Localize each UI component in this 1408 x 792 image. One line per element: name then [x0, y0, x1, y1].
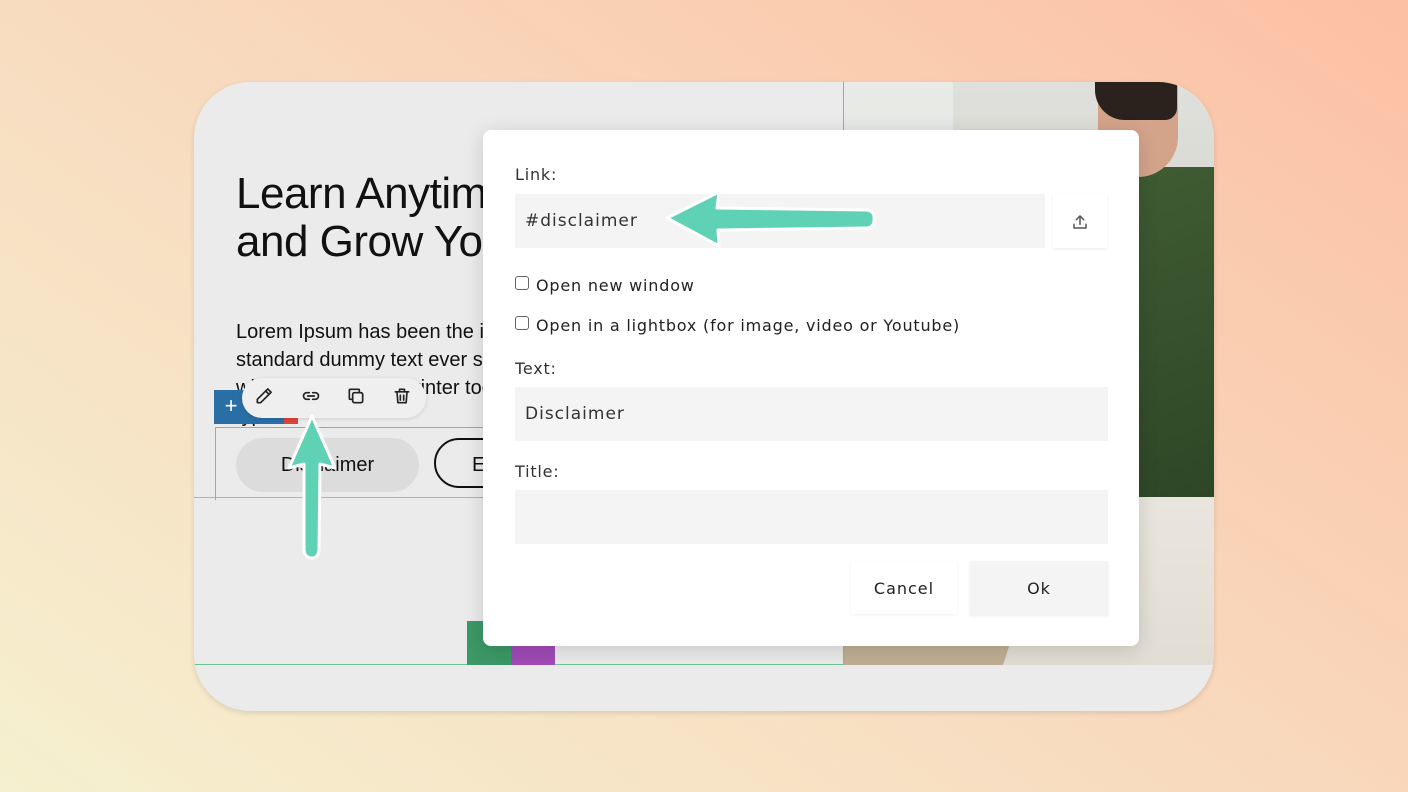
annotation-arrow-up-icon — [287, 414, 337, 560]
trash-icon[interactable] — [390, 386, 414, 410]
duplicate-icon[interactable] — [344, 386, 368, 410]
open-lightbox-checkbox[interactable] — [515, 315, 529, 330]
link-icon[interactable] — [299, 386, 323, 410]
text-input[interactable] — [515, 387, 1108, 441]
open-new-window-checkbox[interactable] — [515, 275, 529, 290]
open-new-window-label: Open new window — [536, 276, 695, 295]
upload-button[interactable] — [1053, 194, 1107, 248]
open-new-window-option[interactable]: Open new window — [515, 275, 695, 295]
text-label: Text: — [515, 359, 557, 378]
link-label: Link: — [515, 165, 558, 184]
cancel-button[interactable]: Cancel — [851, 562, 957, 614]
open-lightbox-option[interactable]: Open in a lightbox (for image, video or … — [515, 315, 961, 335]
ok-button[interactable]: Ok — [970, 561, 1108, 615]
upload-icon — [1073, 214, 1087, 229]
edit-icon[interactable] — [252, 386, 276, 410]
annotation-arrow-left-icon — [665, 190, 876, 248]
title-label: Title: — [515, 462, 560, 481]
title-input[interactable] — [515, 490, 1108, 544]
open-lightbox-label: Open in a lightbox (for image, video or … — [536, 316, 961, 335]
